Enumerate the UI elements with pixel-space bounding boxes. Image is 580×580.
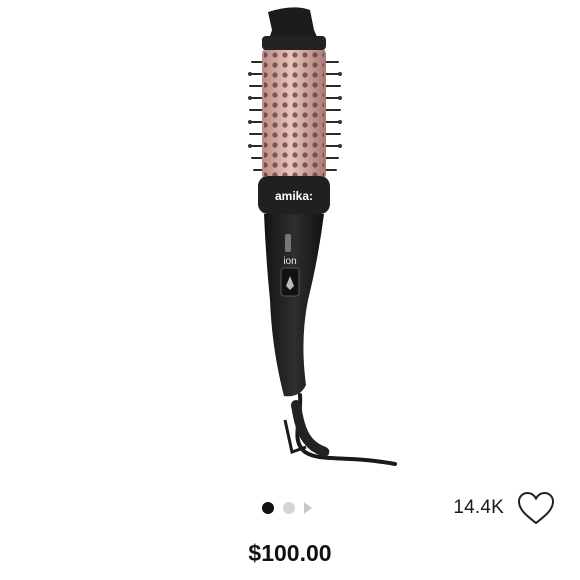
indicator-light (285, 234, 291, 252)
next-arrow-icon[interactable] (304, 502, 312, 514)
heart-icon[interactable] (516, 490, 556, 526)
carousel-dot-2[interactable] (283, 502, 295, 514)
brand-logo: amika: (275, 189, 313, 203)
power-cord (295, 393, 397, 466)
handle (264, 214, 324, 397)
product-price: $100.00 (248, 540, 332, 566)
hot-brush-illustration: amika: ion (248, 7, 397, 466)
likes-area: 14.4K (453, 488, 556, 528)
like-count: 14.4K (453, 497, 504, 518)
carousel-pager[interactable] (262, 500, 312, 516)
product-image[interactable]: amika: ion (0, 0, 580, 480)
switch-label: ion (283, 256, 296, 267)
barrel-vent-holes (264, 52, 324, 176)
carousel-dot-1[interactable] (262, 502, 274, 514)
